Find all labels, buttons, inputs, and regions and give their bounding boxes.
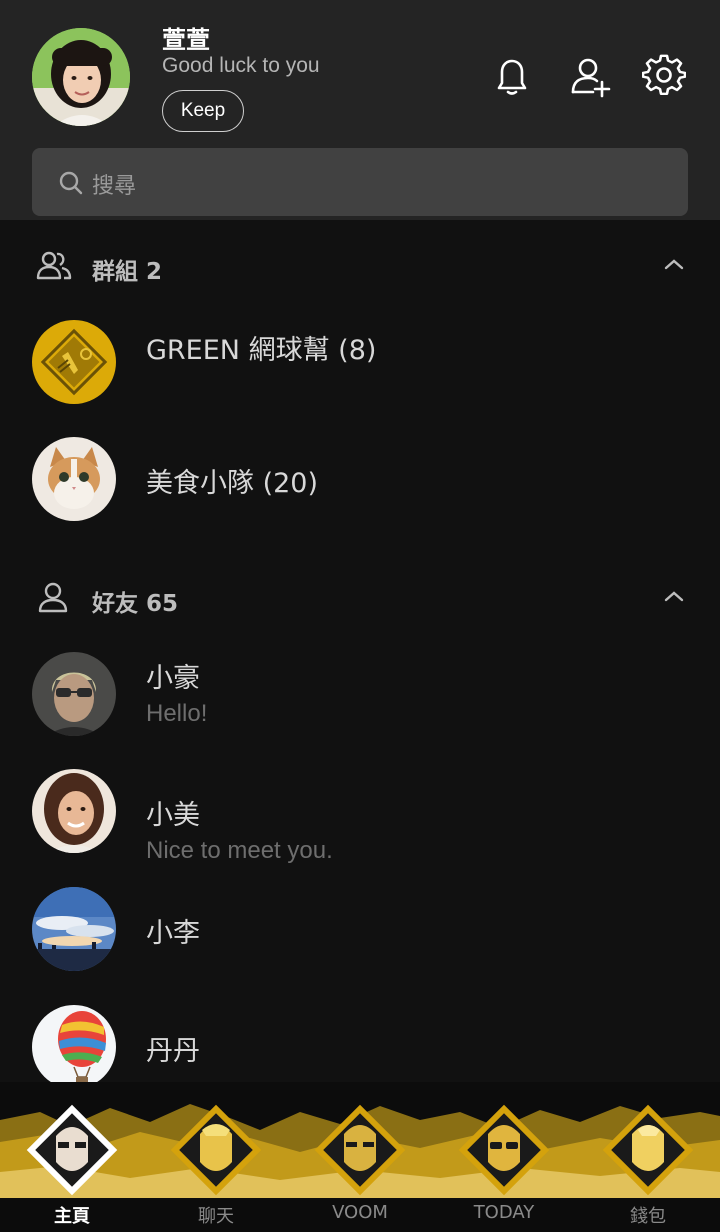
friend-name: 小李 <box>146 918 200 949</box>
friend-status: Nice to meet you. <box>146 837 333 864</box>
group-avatar <box>32 437 116 521</box>
group-name: 美食小隊 (20) <box>146 468 319 499</box>
tab-today[interactable]: TODAY <box>432 1082 576 1232</box>
tab-wallet[interactable]: 錢包 <box>576 1082 720 1232</box>
friend-name: 小豪 <box>146 663 200 694</box>
group-name: GREEN 網球幫 (8) <box>146 335 377 366</box>
friend-name: 丹丹 <box>146 1036 200 1067</box>
group-icon <box>36 251 72 280</box>
tab-voom[interactable]: VOOM <box>288 1082 432 1232</box>
friend-status: Hello! <box>146 700 208 727</box>
search-bar: 搜尋 <box>0 144 720 220</box>
friends-section-header[interactable]: 好友 65 <box>0 568 720 628</box>
search-input[interactable]: 搜尋 <box>32 148 688 216</box>
tab-chat[interactable]: 聊天 <box>144 1082 288 1232</box>
friend-avatar <box>32 769 116 853</box>
voom-tab-icon <box>314 1104 406 1196</box>
group-item[interactable]: 美食小隊 (20) <box>0 437 720 547</box>
group-avatar <box>32 320 116 404</box>
add-friend-icon[interactable] <box>569 54 613 98</box>
profile-header: 萱萱 Good luck to you Keep <box>0 0 720 144</box>
profile-avatar[interactable] <box>32 28 130 126</box>
chevron-up-icon[interactable] <box>660 586 688 606</box>
friend-item[interactable]: 小美 Nice to meet you. <box>0 769 720 879</box>
tab-voom-label: VOOM <box>332 1202 388 1223</box>
search-icon <box>59 171 83 195</box>
tab-wallet-label: 錢包 <box>630 1206 666 1227</box>
gear-icon[interactable] <box>641 54 687 98</box>
tab-chat-label: 聊天 <box>198 1206 234 1227</box>
bell-icon[interactable] <box>490 54 534 98</box>
tab-today-label: TODAY <box>473 1202 535 1223</box>
person-icon <box>38 582 68 613</box>
home-tab-icon <box>26 1104 118 1196</box>
friend-name: 小美 <box>146 800 200 831</box>
groups-title: 群組 2 <box>92 259 163 285</box>
friend-item[interactable]: 小豪 Hello! <box>0 652 720 762</box>
profile-name: 萱萱 <box>162 26 210 54</box>
wallet-tab-icon <box>602 1104 694 1196</box>
tab-home-label: 主頁 <box>54 1206 90 1227</box>
chevron-up-icon[interactable] <box>660 254 688 274</box>
search-placeholder: 搜尋 <box>92 174 137 199</box>
groups-section-header[interactable]: 群組 2 <box>0 236 720 296</box>
friend-item[interactable]: 小李 <box>0 887 720 997</box>
friends-title: 好友 65 <box>92 591 179 617</box>
friend-avatar <box>32 1005 116 1089</box>
group-item[interactable]: GREEN 網球幫 (8) <box>0 320 720 430</box>
profile-status[interactable]: Good luck to you <box>162 54 320 78</box>
friend-avatar <box>32 652 116 736</box>
today-tab-icon <box>458 1104 550 1196</box>
keep-button[interactable]: Keep <box>162 90 244 132</box>
tab-home[interactable]: 主頁 <box>0 1082 144 1232</box>
friend-avatar <box>32 887 116 971</box>
chat-tab-icon <box>170 1104 262 1196</box>
bottom-tab-bar: 主頁 聊天 VOOM TODAY 錢包 <box>0 1082 720 1232</box>
